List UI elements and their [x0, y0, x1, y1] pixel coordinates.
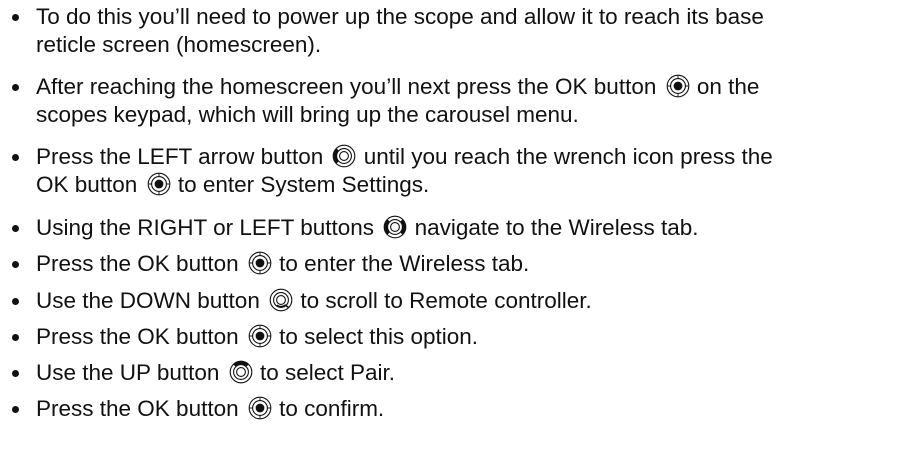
step-text: To do this you’ll need to power up the s…: [36, 4, 764, 57]
step-text: Press the LEFT arrow button until you re…: [36, 144, 773, 197]
keypad-ok-button-icon: [248, 396, 272, 420]
bullet-point: [12, 154, 19, 161]
bullet-point: [12, 406, 19, 413]
step-text: Press the OK button to confirm.: [36, 396, 385, 421]
step-text: Using the RIGHT or LEFT buttons navigate…: [36, 215, 699, 240]
bullet-point: [12, 334, 19, 341]
keypad-down-button-icon: [269, 288, 293, 312]
bullet-point: [12, 298, 19, 305]
step-text: After reaching the homescreen you’ll nex…: [36, 74, 760, 127]
bullet-point: [12, 261, 19, 268]
bullet-point: [12, 84, 19, 91]
keypad-up-button-icon: [229, 360, 253, 384]
step-text: Use the DOWN button to scroll to Remote …: [36, 288, 592, 313]
keypad-ok-button-icon: [248, 324, 272, 348]
keypad-ok-button-icon: [248, 251, 272, 275]
step-text: Press the OK button to select this optio…: [36, 324, 479, 349]
bullet-point: [12, 14, 19, 21]
bullet-point: [12, 370, 19, 377]
keypad-left-right-buttons-icon: [383, 215, 407, 239]
keypad-ok-button-icon: [147, 172, 170, 196]
step-text: Press the OK button to enter the Wireles…: [36, 251, 530, 276]
keypad-ok-button-icon: [666, 74, 689, 98]
bullet-point: [12, 225, 19, 232]
step-text: Use the UP button to select Pair.: [36, 360, 396, 385]
keypad-left-button-icon: [333, 144, 356, 168]
